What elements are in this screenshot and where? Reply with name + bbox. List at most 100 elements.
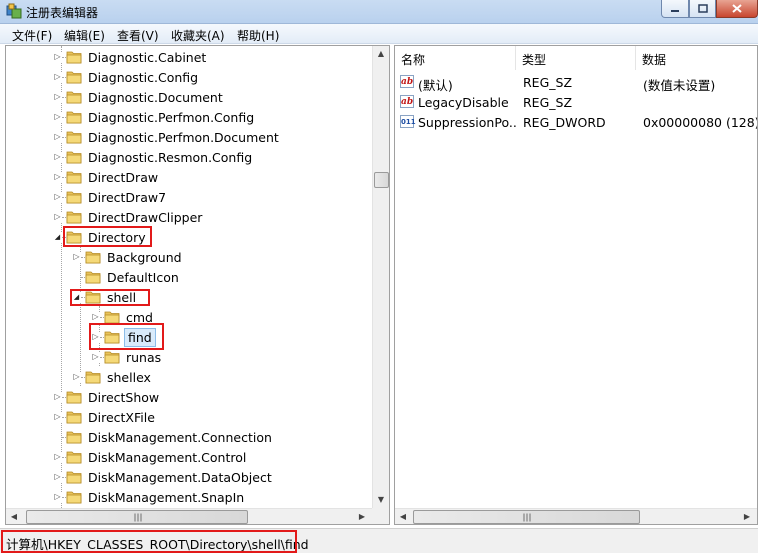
values-list-pane[interactable]: 名称 类型 数据 ab (默认) REG_SZ (数值未设置) ab LegacyDisa… [394, 45, 758, 525]
collapsed-arrow-icon[interactable]: ▷ [53, 412, 62, 422]
scrollbar-corner [372, 508, 389, 524]
minimize-button[interactable] [661, 0, 689, 18]
collapsed-arrow-icon[interactable]: ▷ [53, 472, 62, 482]
tree-node[interactable]: ▷ find [6, 327, 372, 347]
scroll-grip-icon [134, 513, 142, 522]
tree-node[interactable]: ▷ DirectDraw [6, 167, 372, 187]
value-name: LegacyDisable [418, 95, 509, 110]
values-hscroll-thumb[interactable] [413, 510, 640, 524]
tree-node[interactable]: ▷ Diagnostic.Perfmon.Config [6, 107, 372, 127]
column-header-data[interactable]: 数据 [636, 46, 757, 70]
values-horizontal-scrollbar[interactable]: ◀ ▶ [395, 508, 757, 524]
folder-icon [66, 389, 82, 404]
folder-icon [66, 89, 82, 104]
menu-favorites[interactable]: 收藏夹(A) [171, 27, 225, 44]
scroll-left-arrow-icon[interactable]: ◀ [6, 509, 22, 524]
menu-edit[interactable]: 编辑(E) [64, 27, 105, 44]
tree-node-label: Diagnostic.Perfmon.Config [88, 110, 255, 125]
value-data: 0x00000080 (128) [643, 115, 757, 130]
menu-file[interactable]: 文件(F) [12, 27, 52, 44]
string-value-icon: ab [400, 75, 414, 88]
tree-hscroll-thumb[interactable] [26, 510, 248, 524]
collapsed-arrow-icon[interactable]: ▷ [72, 372, 81, 382]
close-icon [732, 4, 742, 13]
collapsed-arrow-icon[interactable]: ▷ [53, 152, 62, 162]
menu-help[interactable]: 帮助(H) [237, 27, 279, 44]
collapsed-arrow-icon[interactable]: ▷ [91, 312, 100, 322]
minimize-icon [671, 9, 679, 12]
tree-node[interactable]: ▷ runas [6, 347, 372, 367]
folder-icon [66, 169, 82, 184]
column-header-name[interactable]: 名称 [395, 46, 516, 70]
collapsed-arrow-icon[interactable]: ▷ [91, 352, 100, 362]
tree-node[interactable]: DiskManagement.Connection [6, 427, 372, 447]
tree-node-label: shellex [107, 370, 151, 385]
collapsed-arrow-icon[interactable]: ▷ [53, 452, 62, 462]
binary-value-icon: 011 [400, 115, 416, 128]
key-tree-pane[interactable]: ▷ Diagnostic.Cabinet ▷ Diagnostic.Config ▷ Di… [5, 45, 390, 525]
column-name-label: 名称 [401, 53, 426, 67]
collapsed-arrow-icon[interactable]: ▷ [53, 392, 62, 402]
collapsed-arrow-icon[interactable]: ▷ [53, 92, 62, 102]
collapsed-arrow-icon[interactable]: ▷ [53, 172, 62, 182]
collapsed-arrow-icon[interactable]: ▷ [53, 492, 62, 502]
tree-node-label: DiskManagement.Control [88, 450, 247, 465]
tree-horizontal-scrollbar[interactable]: ◀ ▶ [6, 508, 372, 524]
tree-node[interactable]: ▷ DiskManagement.DataObject [6, 467, 372, 487]
tree-node-label: DirectDrawClipper [88, 210, 203, 225]
collapsed-arrow-icon[interactable]: ▷ [53, 192, 62, 202]
tree-node[interactable]: ▷ DiskManagement.SnapIn [6, 487, 372, 507]
scroll-up-arrow-icon[interactable]: ▲ [373, 46, 389, 62]
tree-vertical-scrollbar[interactable]: ▲ ▼ [372, 46, 389, 508]
tree-node[interactable]: ▷ DirectDraw7 [6, 187, 372, 207]
column-header-type[interactable]: 类型 [516, 46, 636, 70]
tree-node[interactable]: ▷ DirectXFile [6, 407, 372, 427]
folder-icon [66, 189, 82, 204]
tree-node[interactable]: ▷ DirectDrawClipper [6, 207, 372, 227]
value-row[interactable]: ab (默认) REG_SZ (数值未设置) [395, 72, 757, 93]
status-bar: 计算机\HKEY_CLASSES_ROOT\Directory\shell\fi… [0, 528, 758, 553]
tree-node[interactable]: ▷ Diagnostic.Document [6, 87, 372, 107]
maximize-button[interactable] [689, 0, 716, 18]
tree-node[interactable]: ▷ Background [6, 247, 372, 267]
value-row[interactable]: 011 SuppressionPo... REG_DWORD 0x00000080 (… [395, 112, 757, 132]
collapsed-arrow-icon[interactable]: ▷ [53, 212, 62, 222]
tree-node[interactable]: ▷ Diagnostic.Resmon.Config [6, 147, 372, 167]
expanded-arrow-icon[interactable]: ◢ [53, 232, 62, 242]
tree-node[interactable]: ▷ DirectShow [6, 387, 372, 407]
string-value-icon: ab [400, 95, 414, 108]
scroll-down-arrow-icon[interactable]: ▼ [373, 492, 389, 508]
tree-node-label: DefaultIcon [107, 270, 179, 285]
close-button[interactable] [716, 0, 758, 18]
tree-node[interactable]: ▷ shellex [6, 367, 372, 387]
value-row[interactable]: ab LegacyDisable REG_SZ [395, 92, 757, 112]
tree-node[interactable]: ▷ DiskManagement.Control [6, 447, 372, 467]
collapsed-arrow-icon[interactable]: ▷ [53, 132, 62, 142]
tree-node[interactable]: ▷ Diagnostic.Perfmon.Document [6, 127, 372, 147]
menu-view[interactable]: 查看(V) [117, 27, 159, 44]
scroll-right-arrow-icon[interactable]: ▶ [739, 509, 755, 524]
tree-node[interactable]: ▷ cmd [6, 307, 372, 327]
collapsed-arrow-icon[interactable]: ▷ [53, 72, 62, 82]
tree-node-label: Diagnostic.Resmon.Config [88, 150, 253, 165]
folder-icon [66, 209, 82, 224]
highlight-find [89, 323, 164, 350]
highlight-status-path [1, 530, 297, 553]
tree-node[interactable]: ▷ Diagnostic.Cabinet [6, 47, 372, 67]
tree-node[interactable]: ◢ shell [6, 287, 372, 307]
maximize-icon [697, 4, 708, 13]
tree-node-label: runas [126, 350, 162, 365]
value-name: SuppressionPo... [418, 115, 518, 130]
collapsed-arrow-icon[interactable]: ▷ [53, 112, 62, 122]
scroll-left-arrow-icon[interactable]: ◀ [395, 509, 411, 524]
regedit-app-icon [6, 3, 22, 19]
tree-node[interactable]: ◢ Directory [6, 227, 372, 247]
tree-node-label: Diagnostic.Perfmon.Document [88, 130, 279, 145]
folder-icon [66, 489, 82, 504]
tree-vscroll-thumb[interactable] [374, 172, 389, 188]
collapsed-arrow-icon[interactable]: ▷ [53, 52, 62, 62]
scroll-right-arrow-icon[interactable]: ▶ [354, 509, 370, 524]
tree-node[interactable]: DefaultIcon [6, 267, 372, 287]
collapsed-arrow-icon[interactable]: ▷ [72, 252, 81, 262]
tree-node[interactable]: ▷ Diagnostic.Config [6, 67, 372, 87]
